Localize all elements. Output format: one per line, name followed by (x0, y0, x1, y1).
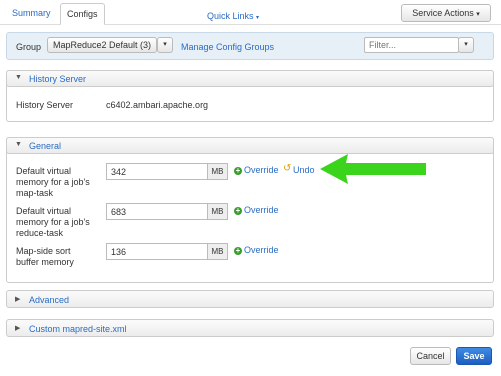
override-link[interactable]: Override (244, 205, 279, 215)
save-button[interactable]: Save (456, 347, 492, 365)
caret-down-icon: ▼ (15, 141, 22, 148)
config-group-select[interactable]: MapReduce2 Default (3) (47, 37, 157, 53)
caret-right-icon: ▶ (15, 325, 21, 332)
plus-icon: + (234, 166, 242, 175)
history-server-host: c6402.ambari.apache.org (106, 100, 209, 110)
undo-link[interactable]: Undo (293, 165, 315, 175)
advanced-header[interactable]: ▶ Advanced (6, 290, 494, 308)
caret-right-icon: ▶ (15, 296, 21, 303)
plus-icon: + (234, 206, 242, 215)
caret-down-icon: ▼ (15, 74, 22, 81)
quick-links-menu[interactable]: Quick Links ▾ (207, 11, 259, 21)
filter-input[interactable] (364, 37, 459, 53)
sort-buffer-memory-input[interactable]: 136 (106, 243, 208, 260)
map-task-memory-input[interactable]: 342 (106, 163, 208, 180)
reduce-task-memory-input[interactable]: 683 (106, 203, 208, 220)
chevron-down-icon: ▾ (256, 15, 260, 21)
undo-icon: ↺ (283, 163, 292, 174)
custom-mapred-site-title: Custom mapred-site.xml (29, 324, 127, 334)
map-task-memory-label: Default virtual memory for a job's map-t… (16, 166, 90, 198)
custom-mapred-site-header[interactable]: ▶ Custom mapred-site.xml (6, 319, 494, 337)
unit-mb: MB (208, 243, 228, 260)
unit-mb: MB (208, 163, 228, 180)
chevron-down-icon[interactable]: ▾ (157, 37, 173, 53)
service-actions-label: Service Actions (412, 8, 474, 18)
plus-icon: + (234, 246, 242, 255)
override-link[interactable]: Override (244, 245, 279, 255)
unit-mb: MB (208, 203, 228, 220)
chevron-down-icon[interactable]: ▾ (458, 37, 474, 53)
sort-buffer-memory-label: Map-side sort buffer memory (16, 246, 74, 267)
reduce-task-memory-label: Default virtual memory for a job's reduc… (16, 206, 90, 238)
annotation-arrow-icon (320, 154, 426, 184)
group-label: Group (16, 42, 42, 52)
general-title: General (29, 141, 62, 151)
tab-configs[interactable]: Configs (60, 3, 105, 25)
history-server-header[interactable]: ▼ History Server (6, 70, 494, 87)
advanced-title: Advanced (29, 295, 70, 305)
quick-links-label: Quick Links (207, 11, 254, 21)
history-server-title: History Server (29, 74, 87, 84)
history-server-label: History Server (16, 100, 74, 110)
chevron-down-icon: ▾ (476, 11, 480, 18)
override-link[interactable]: Override (244, 165, 279, 175)
tab-summary[interactable]: Summary (6, 3, 57, 23)
service-actions-button[interactable]: Service Actions ▾ (401, 4, 491, 22)
cancel-button[interactable]: Cancel (410, 347, 451, 365)
manage-config-groups-link[interactable]: Manage Config Groups (181, 42, 274, 52)
